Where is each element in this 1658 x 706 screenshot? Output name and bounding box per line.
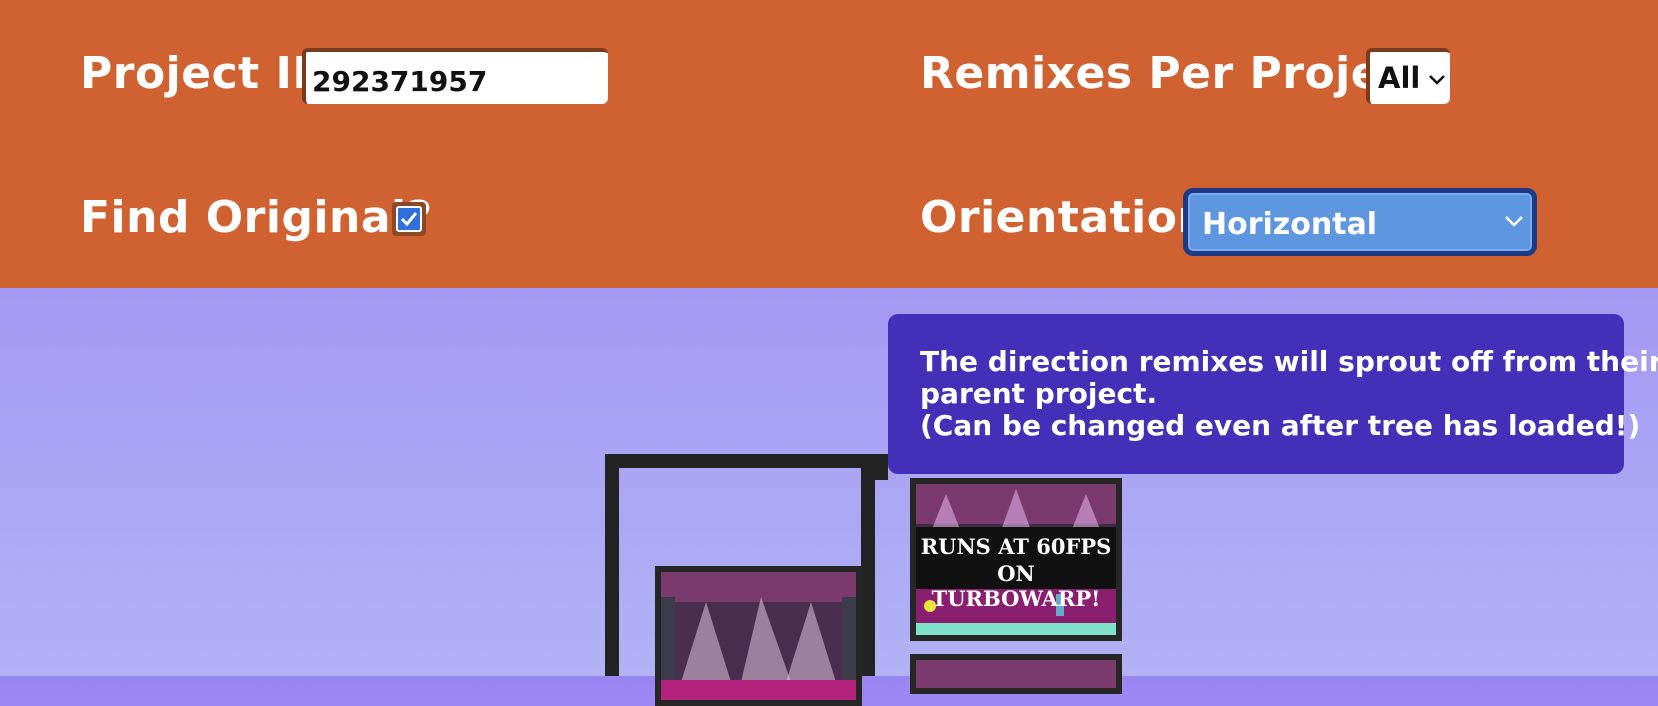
thumbnail-caption-line1: RUNS AT 60FPS: [920, 534, 1112, 559]
orientation-label: Orientation:: [920, 192, 1228, 243]
tooltip-line-3: (Can be changed even after tree has load…: [920, 409, 1641, 442]
orientation-select[interactable]: Horizontal: [1183, 188, 1537, 256]
remixes-per-project-value: All: [1378, 61, 1421, 95]
thumbnail-caption-line2: ON TURBOWARP!: [931, 561, 1101, 611]
project-thumbnail-image: [916, 484, 1116, 635]
project-thumbnail-remix-2[interactable]: [910, 654, 1122, 694]
project-thumbnail-image: [661, 572, 856, 700]
find-original-checkbox[interactable]: [392, 202, 426, 236]
tooltip-line-2: parent project.: [920, 377, 1158, 410]
check-icon: [400, 212, 418, 227]
project-thumbnail-original[interactable]: [655, 566, 862, 706]
project-thumbnail-remix[interactable]: RUNS AT 60FPS ON TURBOWARP!: [910, 478, 1122, 641]
tooltip-line-1: The direction remixes will sprout off fr…: [920, 345, 1658, 378]
tree-connector-inner: [861, 466, 888, 676]
remixes-per-project-select[interactable]: All: [1366, 48, 1450, 104]
chevron-down-icon: [1505, 216, 1523, 227]
orientation-value: Horizontal: [1202, 207, 1378, 242]
project-id-input[interactable]: [302, 48, 608, 104]
project-thumbnail-image: [916, 660, 1116, 688]
settings-panel: Project ID: Remixes Per Project: All Fin…: [0, 0, 1658, 288]
chevron-down-icon: [1429, 75, 1445, 85]
find-original-label: Find Original?: [80, 192, 433, 243]
orientation-tooltip: The direction remixes will sprout off fr…: [888, 314, 1658, 474]
